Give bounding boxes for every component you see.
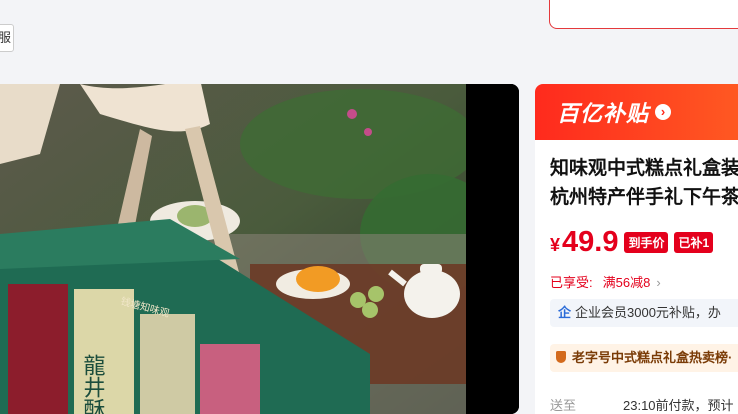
arrow-right-icon: › bbox=[655, 104, 672, 120]
promotion-row[interactable]: 已享受: 满56减8 › bbox=[550, 272, 661, 291]
product-title-line-1: 知味观中式糕点礼盒装 bbox=[550, 158, 738, 179]
service-tag-button[interactable]: 服 bbox=[0, 24, 14, 52]
product-title-line-2: 杭州特产伴手礼下午茶 bbox=[550, 187, 738, 208]
box-label-main: 龍井酥 bbox=[80, 354, 106, 414]
final-price-badge: 到手价 bbox=[624, 232, 669, 253]
enterprise-subsidy-text: 企业会员3000元补贴，办 bbox=[575, 305, 721, 320]
product-info-panel: 百亿补贴 › 知味观中式糕点礼盒装 杭州特产伴手礼下午茶 ¥ 49.9 到手价 … bbox=[535, 84, 738, 414]
chevron-right-icon: › bbox=[656, 275, 661, 290]
subsidy-banner-label: 百亿补贴 bbox=[557, 101, 650, 126]
price-row: ¥ 49.9 到手价 已补1 bbox=[550, 226, 714, 259]
shield-icon bbox=[556, 351, 566, 363]
ranking-row[interactable]: 老字号中式糕点礼盒热卖榜· bbox=[550, 344, 738, 372]
subsidy-banner[interactable]: 百亿补贴 › bbox=[535, 84, 738, 140]
product-title: 知味观中式糕点礼盒装 杭州特产伴手礼下午茶 bbox=[550, 154, 738, 212]
shipping-label: 送至 bbox=[550, 398, 577, 413]
enterprise-icon: 企 bbox=[558, 305, 572, 320]
product-photo-illustration: 龍井酥 钱塘知味观 bbox=[0, 84, 519, 414]
enterprise-subsidy-row[interactable]: 企企业会员3000元补贴，办 bbox=[550, 299, 738, 327]
ranking-text: 老字号中式糕点礼盒热卖榜· bbox=[572, 350, 733, 365]
price-value: 49.9 bbox=[562, 226, 619, 258]
promotion-value: 满56减8 bbox=[602, 275, 651, 290]
search-input[interactable] bbox=[549, 0, 738, 29]
product-image[interactable]: 龍井酥 钱塘知味观 bbox=[0, 84, 519, 414]
subsidy-badge: 已补1 bbox=[674, 232, 714, 253]
currency-symbol: ¥ bbox=[550, 235, 561, 255]
shipping-info: 23:10前付款，预计 bbox=[623, 398, 734, 413]
promotion-label: 已享受: bbox=[550, 275, 593, 290]
